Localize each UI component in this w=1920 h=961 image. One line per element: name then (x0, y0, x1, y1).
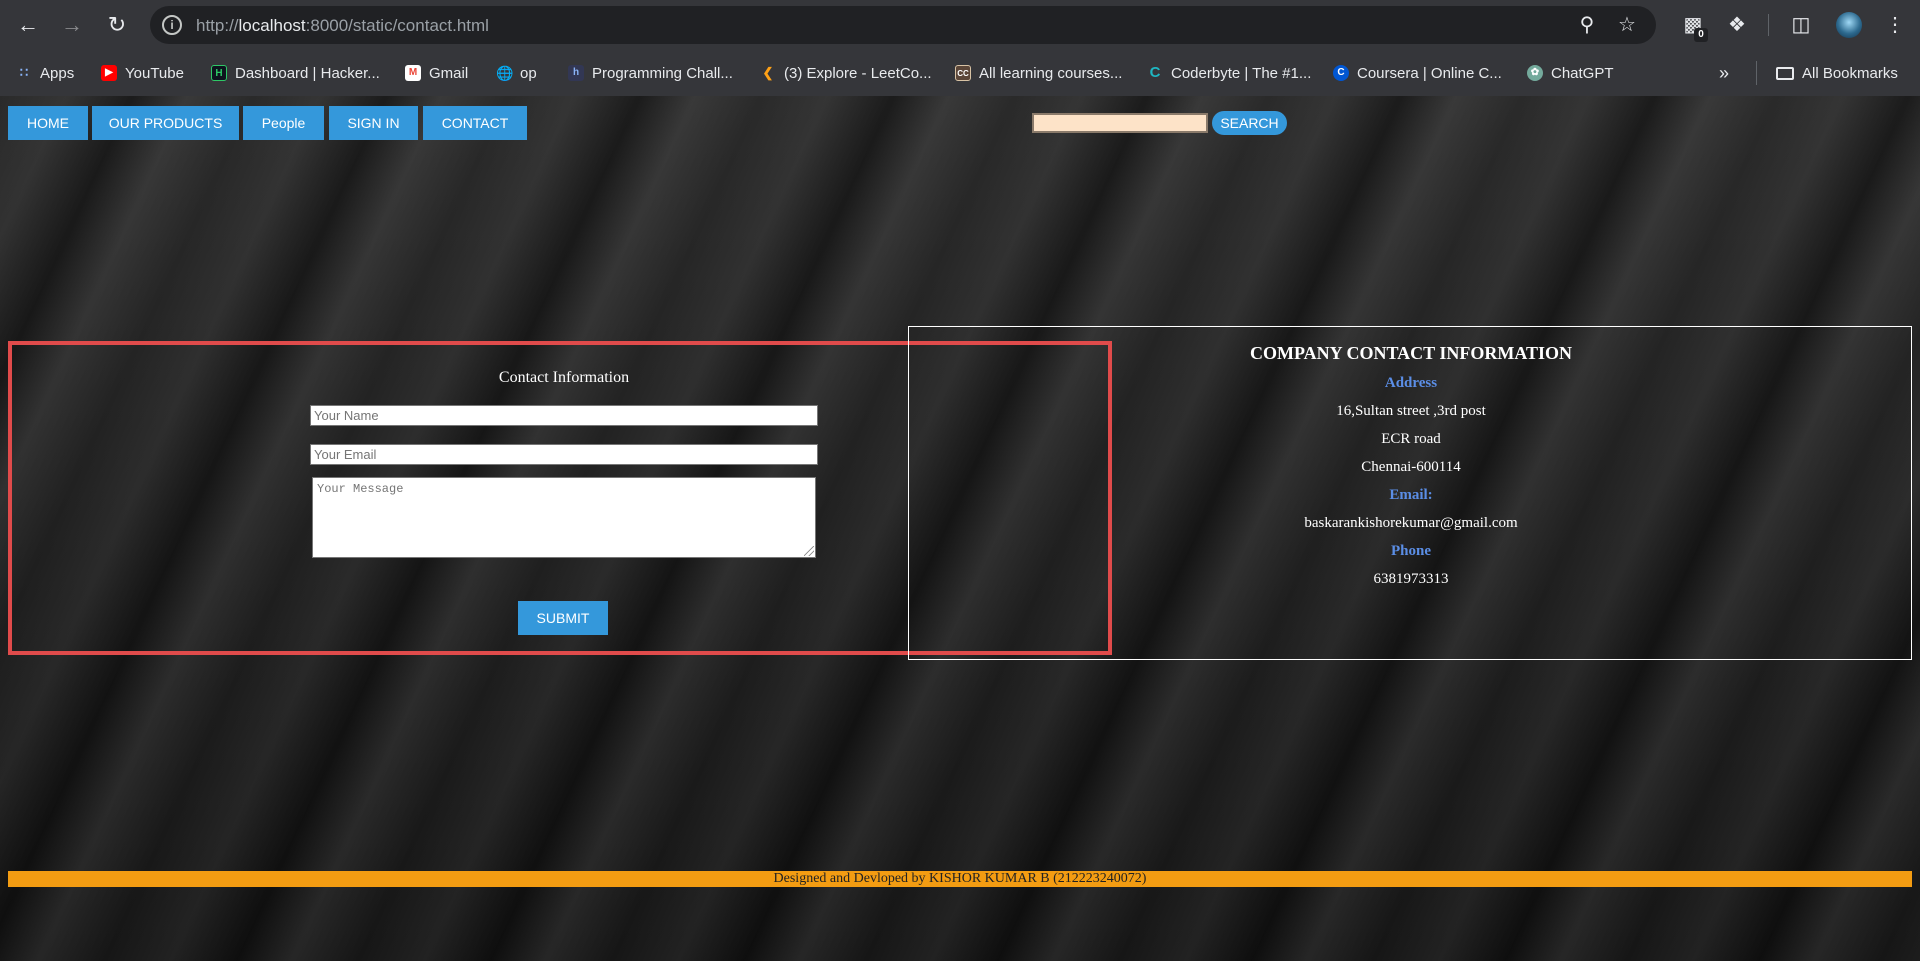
bookmark-label: (3) Explore - LeetCo... (784, 64, 932, 82)
submit-button[interactable]: SUBMIT (518, 601, 608, 635)
bookmarks-divider (1756, 61, 1757, 85)
bookmark-label: YouTube (125, 64, 184, 82)
browser-toolbar: ← → ↻ i http://localhost:8000/static/con… (0, 0, 1920, 50)
company-email: baskarankishorekumar@gmail.com (1304, 515, 1518, 531)
company-phone: 6381973313 (1373, 571, 1449, 587)
bookmark-leetcode[interactable]: ❮ (3) Explore - LeetCo... (760, 62, 932, 84)
url-prefix: http:// (196, 16, 239, 35)
folder-icon (1776, 66, 1794, 80)
bookmark-coursera[interactable]: C Coursera | Online C... (1333, 62, 1502, 84)
resize-grip-icon[interactable] (804, 546, 814, 556)
nav-people[interactable]: People (243, 106, 324, 140)
menu-kebab-icon[interactable]: ⋮ (1880, 10, 1910, 40)
hackerrank-icon: H (211, 65, 227, 81)
forward-arrow-icon[interactable]: → (57, 10, 87, 40)
side-panel-icon[interactable]: ◫ (1786, 10, 1816, 40)
email-field[interactable]: Your Email (310, 444, 818, 465)
name-field[interactable]: Your Name (310, 405, 818, 426)
bookmark-youtube[interactable]: ▶ YouTube (101, 62, 184, 84)
bookmark-label: ChatGPT (1551, 64, 1614, 82)
apps-grid-icon: ∷ (19, 65, 29, 80)
back-arrow-icon[interactable]: ← (13, 10, 43, 40)
message-placeholder: Your Message (317, 482, 404, 496)
chatgpt-icon: ✿ (1527, 65, 1543, 81)
zoom-icon[interactable]: ⚲ (1574, 12, 1600, 38)
email-label: Email: (1389, 487, 1433, 503)
bookmark-label: Coursera | Online C... (1357, 64, 1502, 82)
bookmarks-bar: ∷ Apps ▶ YouTube H Dashboard | Hacker...… (0, 50, 1920, 96)
address-label: Address (1384, 375, 1438, 391)
bookmark-label: Dashboard | Hacker... (235, 64, 380, 82)
message-textarea[interactable]: Your Message (312, 477, 816, 558)
nav-our-products[interactable]: OUR PRODUCTS (92, 106, 239, 140)
all-bookmarks-folder[interactable]: All Bookmarks (1776, 62, 1898, 84)
bookmark-apps[interactable]: ∷ Apps (16, 62, 74, 84)
coursera-icon: C (1333, 65, 1349, 81)
hackerearth-icon: h (568, 65, 584, 81)
url-path: :8000/static/contact.html (305, 16, 489, 35)
url-host: localhost (238, 16, 306, 35)
search-input[interactable] (1032, 113, 1208, 133)
youtube-icon: ▶ (101, 65, 117, 81)
all-bookmarks-label: All Bookmarks (1802, 64, 1898, 82)
extensions-puzzle-icon[interactable]: ❖ (1722, 10, 1752, 40)
nav-home[interactable]: HOME (8, 106, 88, 140)
bookmark-label: Apps (40, 64, 75, 82)
star-bookmark-icon[interactable]: ☆ (1614, 12, 1640, 38)
nav-sign-in[interactable]: SIGN IN (329, 106, 418, 140)
bookmark-hackerrank[interactable]: H Dashboard | Hacker... (211, 62, 380, 84)
gmail-icon: M (405, 65, 421, 81)
address-line: 16,Sultan street ,3rd post (1336, 403, 1486, 419)
phone-label: Phone (1390, 543, 1431, 559)
page-footer: Designed and Devloped by KISHOR KUMAR B … (8, 871, 1912, 887)
search-button[interactable]: SEARCH (1212, 111, 1287, 135)
codechef-icon: CC (955, 65, 971, 81)
company-info-title: COMPANY CONTACT INFORMATION (1250, 343, 1572, 363)
nav-contact[interactable]: CONTACT (423, 106, 527, 140)
globe-icon: 🌐 (496, 65, 514, 81)
profile-avatar[interactable] (1836, 12, 1862, 38)
bookmark-label: All learning courses... (979, 64, 1123, 82)
bookmark-chatgpt[interactable]: ✿ ChatGPT (1527, 62, 1614, 84)
reload-icon[interactable]: ↻ (102, 10, 132, 40)
bookmark-op[interactable]: 🌐 op (496, 62, 537, 84)
bookmark-label: Programming Chall... (592, 64, 733, 82)
url-text[interactable]: http://localhost:8000/static/contact.htm… (196, 16, 489, 36)
address-line: ECR road (1381, 431, 1441, 447)
bookmark-label: Coderbyte | The #1... (1171, 64, 1312, 82)
page-viewport: HOME OUR PRODUCTS People SIGN IN CONTACT… (0, 96, 1920, 961)
bookmark-label: Gmail (429, 64, 469, 82)
address-line: Chennai-600114 (1361, 459, 1461, 475)
bookmark-gmail[interactable]: M Gmail (405, 62, 468, 84)
extension-badge: 0 (1694, 28, 1708, 42)
bookmark-learning-courses[interactable]: CC All learning courses... (955, 62, 1122, 84)
more-bookmarks-chevron-icon[interactable]: » (1719, 62, 1729, 84)
bookmark-label: op (520, 64, 537, 82)
leetcode-icon: ❮ (762, 65, 774, 80)
toolbar-divider (1768, 14, 1769, 36)
address-bar[interactable]: i http://localhost:8000/static/contact.h… (150, 6, 1656, 44)
company-info-panel: COMPANY CONTACT INFORMATION Address 16,S… (908, 326, 1912, 660)
bookmark-programming-challenges[interactable]: h Programming Chall... (568, 62, 733, 84)
bookmark-coderbyte[interactable]: C Coderbyte | The #1... (1147, 62, 1312, 84)
site-info-icon[interactable]: i (162, 15, 182, 35)
coderbyte-icon: C (1149, 64, 1161, 81)
